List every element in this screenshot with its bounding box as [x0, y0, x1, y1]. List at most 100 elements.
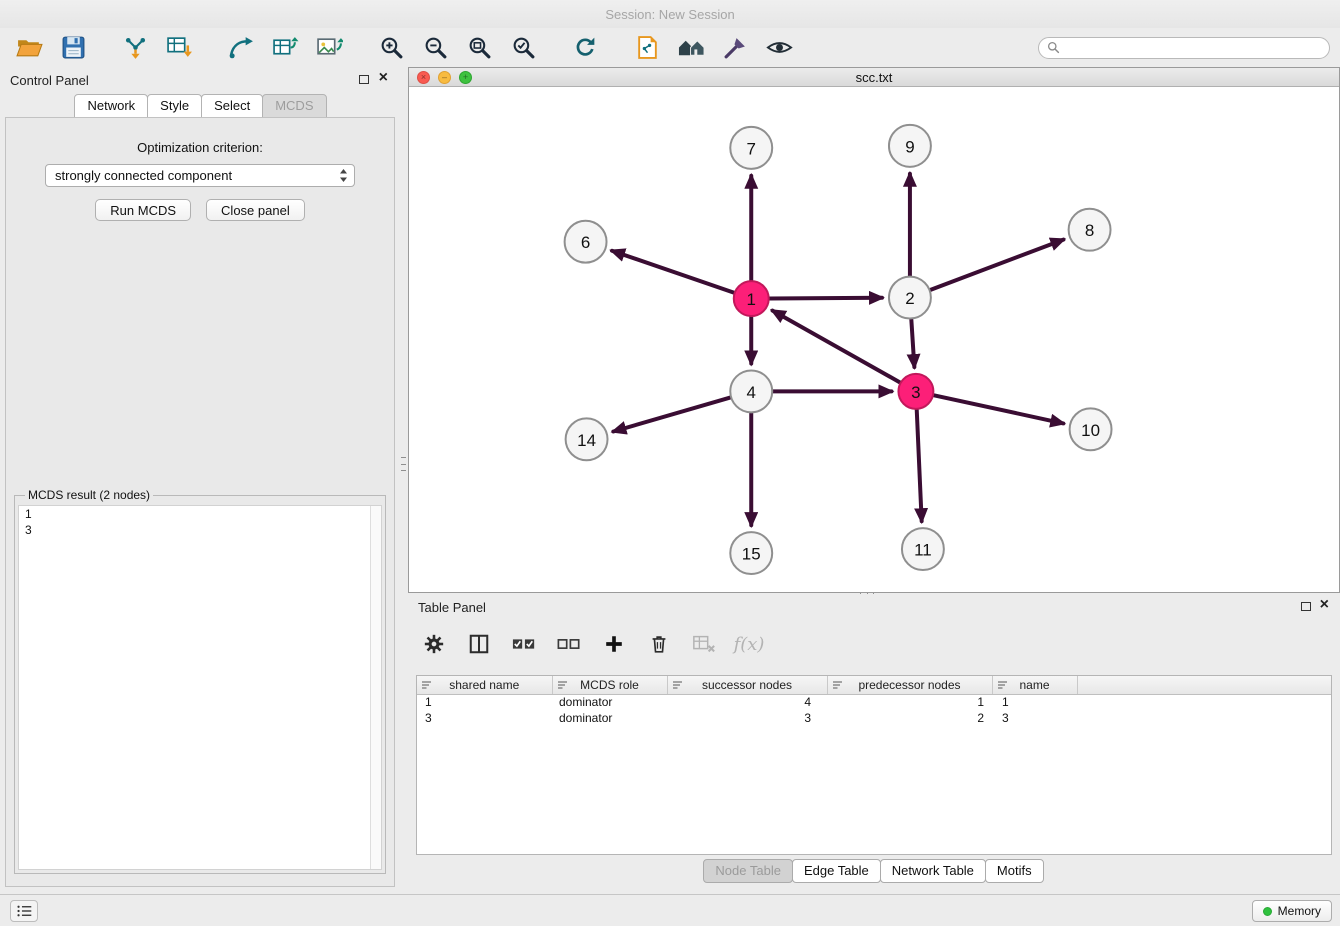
edge-4-14[interactable]: [613, 398, 730, 432]
table-cell[interactable]: 1: [417, 694, 552, 710]
tab-edge-table[interactable]: Edge Table: [792, 859, 881, 883]
edge-2-8[interactable]: [930, 240, 1063, 290]
table-cell[interactable]: dominator: [552, 694, 667, 710]
edge-2-3[interactable]: [911, 319, 914, 367]
column-header-mcds-role[interactable]: MCDS role: [552, 676, 667, 694]
node-6[interactable]: 6: [565, 221, 607, 263]
new-network-button[interactable]: [222, 32, 260, 64]
node-8[interactable]: 8: [1069, 209, 1111, 251]
table-cell[interactable]: 3: [667, 710, 827, 726]
open-file-button[interactable]: [10, 32, 48, 64]
table-cell[interactable]: 4: [667, 694, 827, 710]
zoom-in-button[interactable]: [372, 32, 410, 64]
column-header-predecessor-nodes[interactable]: predecessor nodes: [827, 676, 992, 694]
tab-select[interactable]: Select: [201, 94, 263, 118]
table-row[interactable]: 1dominator411: [417, 694, 1331, 710]
refresh-button[interactable]: [566, 32, 604, 64]
node-9[interactable]: 9: [889, 125, 931, 167]
eye-button[interactable]: [760, 32, 798, 64]
tab-network-table[interactable]: Network Table: [880, 859, 986, 883]
network-graph-svg: 7 9 6 8 1 2 4 3 14 10 15 11: [409, 88, 1339, 592]
graphics-details-button[interactable]: [716, 32, 754, 64]
result-list-item[interactable]: 1: [19, 506, 381, 522]
table-cell[interactable]: dominator: [552, 710, 667, 726]
node-7[interactable]: 7: [730, 127, 772, 169]
deselect-all-button[interactable]: [555, 630, 583, 658]
close-panel-icon[interactable]: ×: [379, 70, 388, 86]
network-canvas[interactable]: 7 9 6 8 1 2 4 3 14 10 15 11: [409, 88, 1339, 592]
table-panel-tabs: Node TableEdge TableNetwork TableMotifs: [408, 859, 1340, 883]
control-panel-header: Control Panel ×: [0, 67, 400, 93]
select-all-icon: [512, 633, 536, 655]
home-button[interactable]: [672, 32, 710, 64]
tab-style[interactable]: Style: [147, 94, 202, 118]
run-mcds-button[interactable]: Run MCDS: [95, 199, 191, 221]
add-button[interactable]: [600, 630, 628, 658]
node-1[interactable]: 1: [734, 281, 769, 316]
table-cell[interactable]: 1: [992, 694, 1077, 710]
close-window-icon[interactable]: ×: [417, 71, 430, 84]
vertical-splitter-handle[interactable]: [400, 455, 407, 473]
result-scrollbar[interactable]: [370, 506, 381, 869]
table-panel-title: Table Panel: [418, 600, 486, 615]
title-bar[interactable]: Session: New Session: [0, 0, 1340, 28]
node-15[interactable]: 15: [730, 532, 772, 574]
result-list-item[interactable]: 3: [19, 522, 381, 538]
node-11[interactable]: 11: [902, 528, 944, 570]
table-float-panel-icon[interactable]: [1301, 602, 1311, 611]
gear-button[interactable]: [420, 630, 448, 658]
edge-1-6[interactable]: [612, 251, 734, 293]
tab-node-table[interactable]: Node Table: [703, 859, 793, 883]
delete-table-button: [690, 630, 718, 658]
import-table-button[interactable]: [160, 32, 198, 64]
node-3[interactable]: 3: [898, 374, 933, 409]
search-field[interactable]: [1038, 37, 1330, 59]
edge-3-10[interactable]: [934, 395, 1063, 423]
float-panel-icon[interactable]: [359, 75, 369, 84]
node-14[interactable]: 14: [566, 418, 608, 460]
table-cell[interactable]: 1: [827, 694, 992, 710]
network-window-titlebar[interactable]: × – + scc.txt: [409, 68, 1339, 87]
node-10[interactable]: 10: [1070, 408, 1112, 450]
memory-button[interactable]: Memory: [1252, 900, 1332, 922]
export-image-button[interactable]: [310, 32, 348, 64]
task-history-button[interactable]: [10, 900, 38, 922]
table-cell[interactable]: 2: [827, 710, 992, 726]
close-panel-button[interactable]: Close panel: [206, 199, 305, 221]
zoom-fit-button[interactable]: [460, 32, 498, 64]
zoom-selected-button[interactable]: [504, 32, 542, 64]
column-header-filler: [1077, 676, 1331, 694]
table-cell[interactable]: 3: [417, 710, 552, 726]
function-button: f(x): [735, 630, 763, 658]
save-session-button[interactable]: [54, 32, 92, 64]
column-header-name[interactable]: name: [992, 676, 1077, 694]
trash-button[interactable]: [645, 630, 673, 658]
tab-motifs[interactable]: Motifs: [985, 859, 1044, 883]
zoom-window-icon[interactable]: +: [459, 71, 472, 84]
optimization-dropdown[interactable]: strongly connected component: [45, 164, 355, 187]
edge-3-1[interactable]: [773, 311, 900, 383]
search-input[interactable]: [1065, 41, 1321, 55]
edge-3-11[interactable]: [917, 410, 922, 521]
table-close-panel-icon[interactable]: ×: [1320, 597, 1329, 613]
minimize-window-icon[interactable]: –: [438, 71, 451, 84]
add-icon: [602, 633, 626, 655]
new-table-button[interactable]: [266, 32, 304, 64]
edge-1-2[interactable]: [770, 298, 882, 299]
zoom-out-button[interactable]: [416, 32, 454, 64]
window-title: Session: New Session: [605, 7, 734, 22]
clone-network-button[interactable]: [628, 32, 666, 64]
tab-mcds[interactable]: MCDS: [262, 94, 326, 118]
import-network-button[interactable]: [116, 32, 154, 64]
column-header-shared-name[interactable]: shared name: [417, 676, 552, 694]
columns-button[interactable]: [465, 630, 493, 658]
tab-network[interactable]: Network: [74, 94, 148, 118]
select-all-button[interactable]: [510, 630, 538, 658]
node-4[interactable]: 4: [730, 370, 772, 412]
task-list-icon: [16, 904, 33, 918]
column-header-successor-nodes[interactable]: successor nodes: [667, 676, 827, 694]
node-2[interactable]: 2: [889, 277, 931, 319]
table-row[interactable]: 3dominator323: [417, 710, 1331, 726]
table-cell[interactable]: 3: [992, 710, 1077, 726]
optimization-dropdown-value: strongly connected component: [55, 168, 339, 183]
